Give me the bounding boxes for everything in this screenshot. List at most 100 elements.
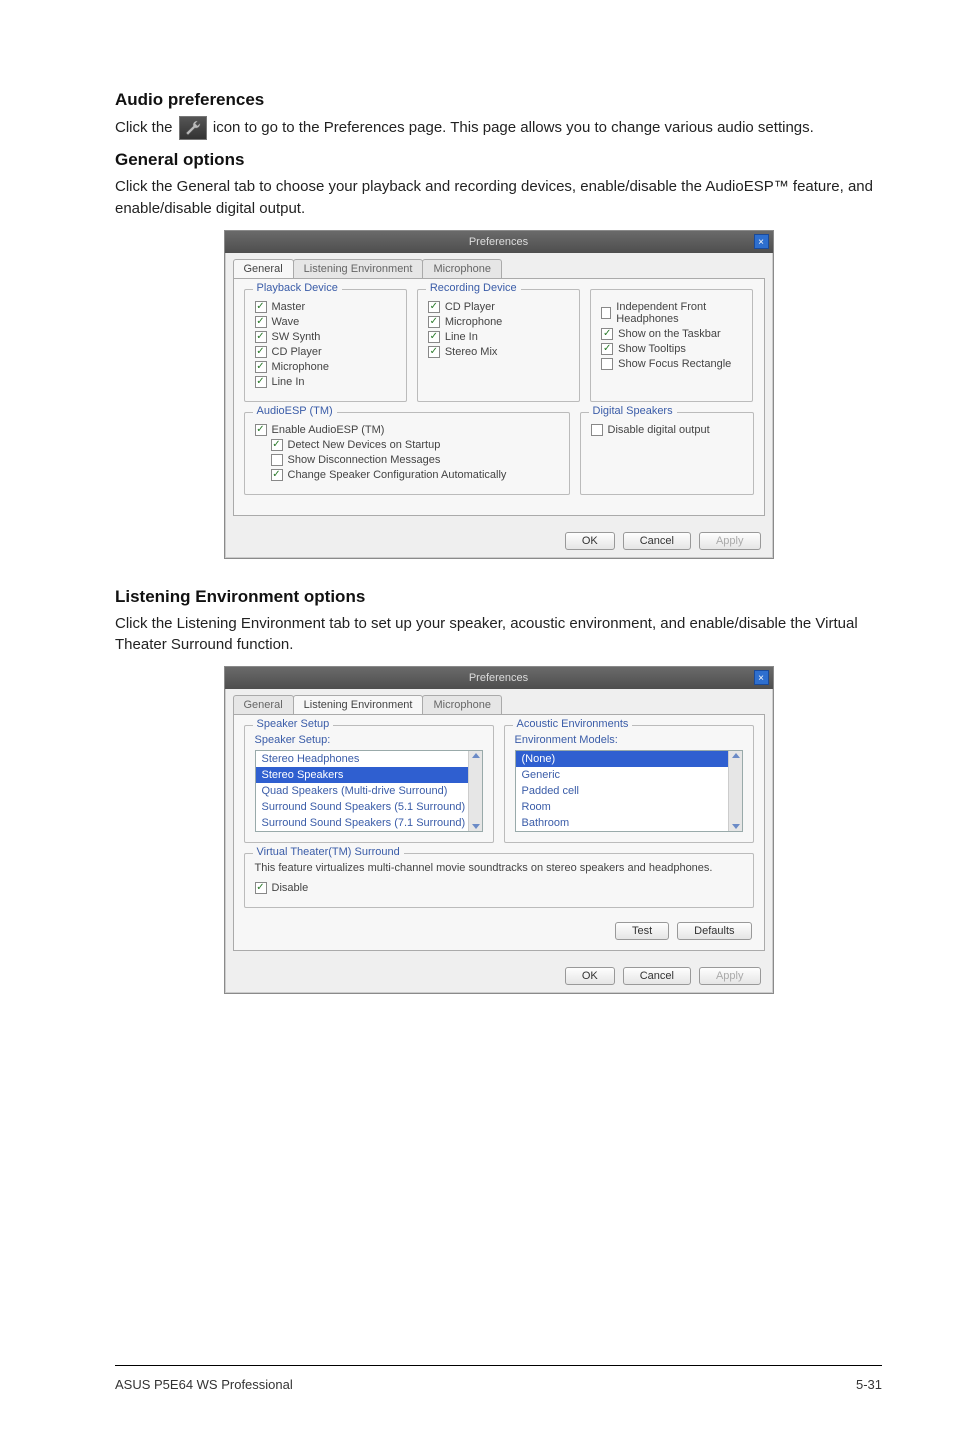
checkbox-icon: ✓ bbox=[255, 376, 267, 388]
checkbox-item[interactable]: ✓Show on the Taskbar bbox=[601, 328, 742, 340]
tab-general[interactable]: General bbox=[233, 259, 294, 278]
legend-speaker-setup: Speaker Setup bbox=[253, 718, 334, 730]
checkbox-label: Master bbox=[272, 301, 306, 313]
group-recording-device: Recording Device ✓CD Player✓Microphone✓L… bbox=[417, 289, 580, 402]
list-item[interactable]: (None) bbox=[516, 751, 742, 767]
checkbox-item[interactable]: ✓Wave bbox=[255, 316, 396, 328]
checkbox-item[interactable]: ✓ Stereo Mix bbox=[428, 346, 569, 358]
checkbox-item[interactable]: ✓Microphone bbox=[428, 316, 569, 328]
checkbox-item[interactable]: Show Disconnection Messages bbox=[271, 454, 559, 466]
checkbox-icon: ✓ bbox=[428, 316, 440, 328]
checkbox-icon: ✓ bbox=[271, 439, 283, 451]
checkbox-item[interactable]: Show Focus Rectangle bbox=[601, 358, 742, 370]
list-item[interactable]: Quad Speakers (Multi-drive Surround) bbox=[256, 783, 482, 799]
checkbox-item[interactable]: ✓Master bbox=[255, 301, 396, 313]
apply-button[interactable]: Apply bbox=[699, 532, 761, 550]
tabs-row: General Listening Environment Microphone bbox=[225, 689, 773, 714]
para-general-options: Click the General tab to choose your pla… bbox=[115, 176, 882, 220]
checkbox-item[interactable]: ✓ Line In bbox=[255, 376, 396, 388]
checkbox-label: Enable AudioESP (TM) bbox=[272, 424, 385, 436]
checkbox-item[interactable]: Disable digital output bbox=[591, 424, 743, 436]
heading-audio-preferences: Audio preferences bbox=[115, 90, 882, 110]
text-post: icon to go to the Preferences page. This… bbox=[213, 119, 814, 136]
group-acoustic-environments: Acoustic Environments Environment Models… bbox=[504, 725, 754, 843]
cancel-button[interactable]: Cancel bbox=[623, 532, 691, 550]
checkbox-item[interactable]: ✓Change Speaker Configuration Automatica… bbox=[271, 469, 559, 481]
scrollbar-icon[interactable] bbox=[728, 751, 742, 831]
checkbox-icon: ✓ bbox=[255, 361, 267, 373]
checkbox-icon bbox=[601, 358, 613, 370]
label-speaker-setup: Speaker Setup: bbox=[255, 734, 483, 746]
cancel-button[interactable]: Cancel bbox=[623, 967, 691, 985]
list-item[interactable]: Surround Sound Speakers (5.1 Surround) bbox=[256, 799, 482, 815]
legend-acoustic: Acoustic Environments bbox=[513, 718, 633, 730]
checkbox-item[interactable]: ✓SW Synth bbox=[255, 331, 396, 343]
preferences-dialog-general: Preferences × General Listening Environm… bbox=[224, 230, 774, 559]
tab-listening-environment[interactable]: Listening Environment bbox=[293, 695, 424, 714]
checkbox-icon: ✓ bbox=[255, 316, 267, 328]
tabs-row: General Listening Environment Microphone bbox=[225, 253, 773, 278]
dialog-title: Preferences bbox=[469, 672, 528, 684]
checkbox-item[interactable]: ✓Detect New Devices on Startup bbox=[271, 439, 559, 451]
test-button[interactable]: Test bbox=[615, 922, 669, 940]
group-audioesp: AudioESP (TM) ✓Enable AudioESP (TM)✓Dete… bbox=[244, 412, 570, 495]
checkbox-label: CD Player bbox=[272, 346, 322, 358]
checkbox-label: Show Disconnection Messages bbox=[288, 454, 441, 466]
tab-general[interactable]: General bbox=[233, 695, 294, 714]
apply-button[interactable]: Apply bbox=[699, 967, 761, 985]
checkbox-icon bbox=[271, 454, 283, 466]
list-item[interactable]: Bathroom bbox=[516, 815, 742, 831]
group-digital-speakers: Digital Speakers Disable digital output bbox=[580, 412, 754, 495]
acoustic-listbox[interactable]: (None)GenericPadded cellRoomBathroom bbox=[515, 750, 743, 832]
checkbox-icon: ✓ bbox=[255, 882, 267, 894]
checkbox-icon: ✓ bbox=[601, 328, 613, 340]
list-item[interactable]: Stereo Headphones bbox=[256, 751, 482, 767]
tab-microphone[interactable]: Microphone bbox=[422, 259, 501, 278]
close-icon[interactable]: × bbox=[754, 670, 769, 685]
checkbox-label: Line In bbox=[445, 331, 478, 343]
footer-divider bbox=[115, 1365, 882, 1366]
list-item[interactable]: Padded cell bbox=[516, 783, 742, 799]
ok-button[interactable]: OK bbox=[565, 967, 615, 985]
speaker-setup-listbox[interactable]: Stereo HeadphonesStereo SpeakersQuad Spe… bbox=[255, 750, 483, 832]
legend-vts: Virtual Theater(TM) Surround bbox=[253, 846, 404, 858]
list-item[interactable]: Generic bbox=[516, 767, 742, 783]
dialog-titlebar: Preferences × bbox=[225, 231, 773, 253]
checkbox-item[interactable]: ✓Show Tooltips bbox=[601, 343, 742, 355]
checkbox-label: Disable digital output bbox=[608, 424, 710, 436]
checkbox-icon: ✓ bbox=[255, 331, 267, 343]
group-playback-device: Playback Device ✓Master✓Wave✓SW Synth✓CD… bbox=[244, 289, 407, 402]
group-display-options: Independent Front Headphones ✓Show on the… bbox=[590, 289, 753, 402]
footer-page-number: 5-31 bbox=[856, 1377, 882, 1392]
checkbox-item[interactable]: ✓CD Player bbox=[255, 346, 396, 358]
checkbox-item[interactable]: ✓CD Player bbox=[428, 301, 569, 313]
checkbox-label: Microphone bbox=[272, 361, 329, 373]
checkbox-label: Independent Front Headphones bbox=[616, 301, 742, 325]
checkbox-item[interactable]: ✓ Microphone bbox=[255, 361, 396, 373]
vts-description: This feature virtualizes multi-channel m… bbox=[255, 862, 743, 874]
checkbox-label: Stereo Mix bbox=[445, 346, 498, 358]
checkbox-icon bbox=[591, 424, 603, 436]
checkbox-icon bbox=[601, 307, 611, 319]
checkbox-item[interactable]: Independent Front Headphones bbox=[601, 301, 742, 325]
para-audio-preferences: Click the icon to go to the Preferences … bbox=[115, 116, 882, 140]
checkbox-item[interactable]: ✓Line In bbox=[428, 331, 569, 343]
checkbox-item[interactable]: ✓Enable AudioESP (TM) bbox=[255, 424, 559, 436]
legend-digital: Digital Speakers bbox=[589, 405, 677, 417]
ok-button[interactable]: OK bbox=[565, 532, 615, 550]
group-virtual-theater: Virtual Theater(TM) Surround This featur… bbox=[244, 853, 754, 908]
list-item[interactable]: Surround Sound Speakers (7.1 Surround) bbox=[256, 815, 482, 831]
label-environment-models: Environment Models: bbox=[515, 734, 743, 746]
dialog-titlebar: Preferences × bbox=[225, 667, 773, 689]
close-icon[interactable]: × bbox=[754, 234, 769, 249]
checkbox-disable-vts[interactable]: ✓ Disable bbox=[255, 882, 743, 894]
tab-microphone[interactable]: Microphone bbox=[422, 695, 501, 714]
tab-listening-environment[interactable]: Listening Environment bbox=[293, 259, 424, 278]
scrollbar-icon[interactable] bbox=[468, 751, 482, 831]
list-item[interactable]: Room bbox=[516, 799, 742, 815]
defaults-button[interactable]: Defaults bbox=[677, 922, 751, 940]
checkbox-label: Line In bbox=[272, 376, 305, 388]
list-item[interactable]: Stereo Speakers bbox=[256, 767, 482, 783]
legend-playback: Playback Device bbox=[253, 282, 342, 294]
checkbox-icon: ✓ bbox=[428, 346, 440, 358]
